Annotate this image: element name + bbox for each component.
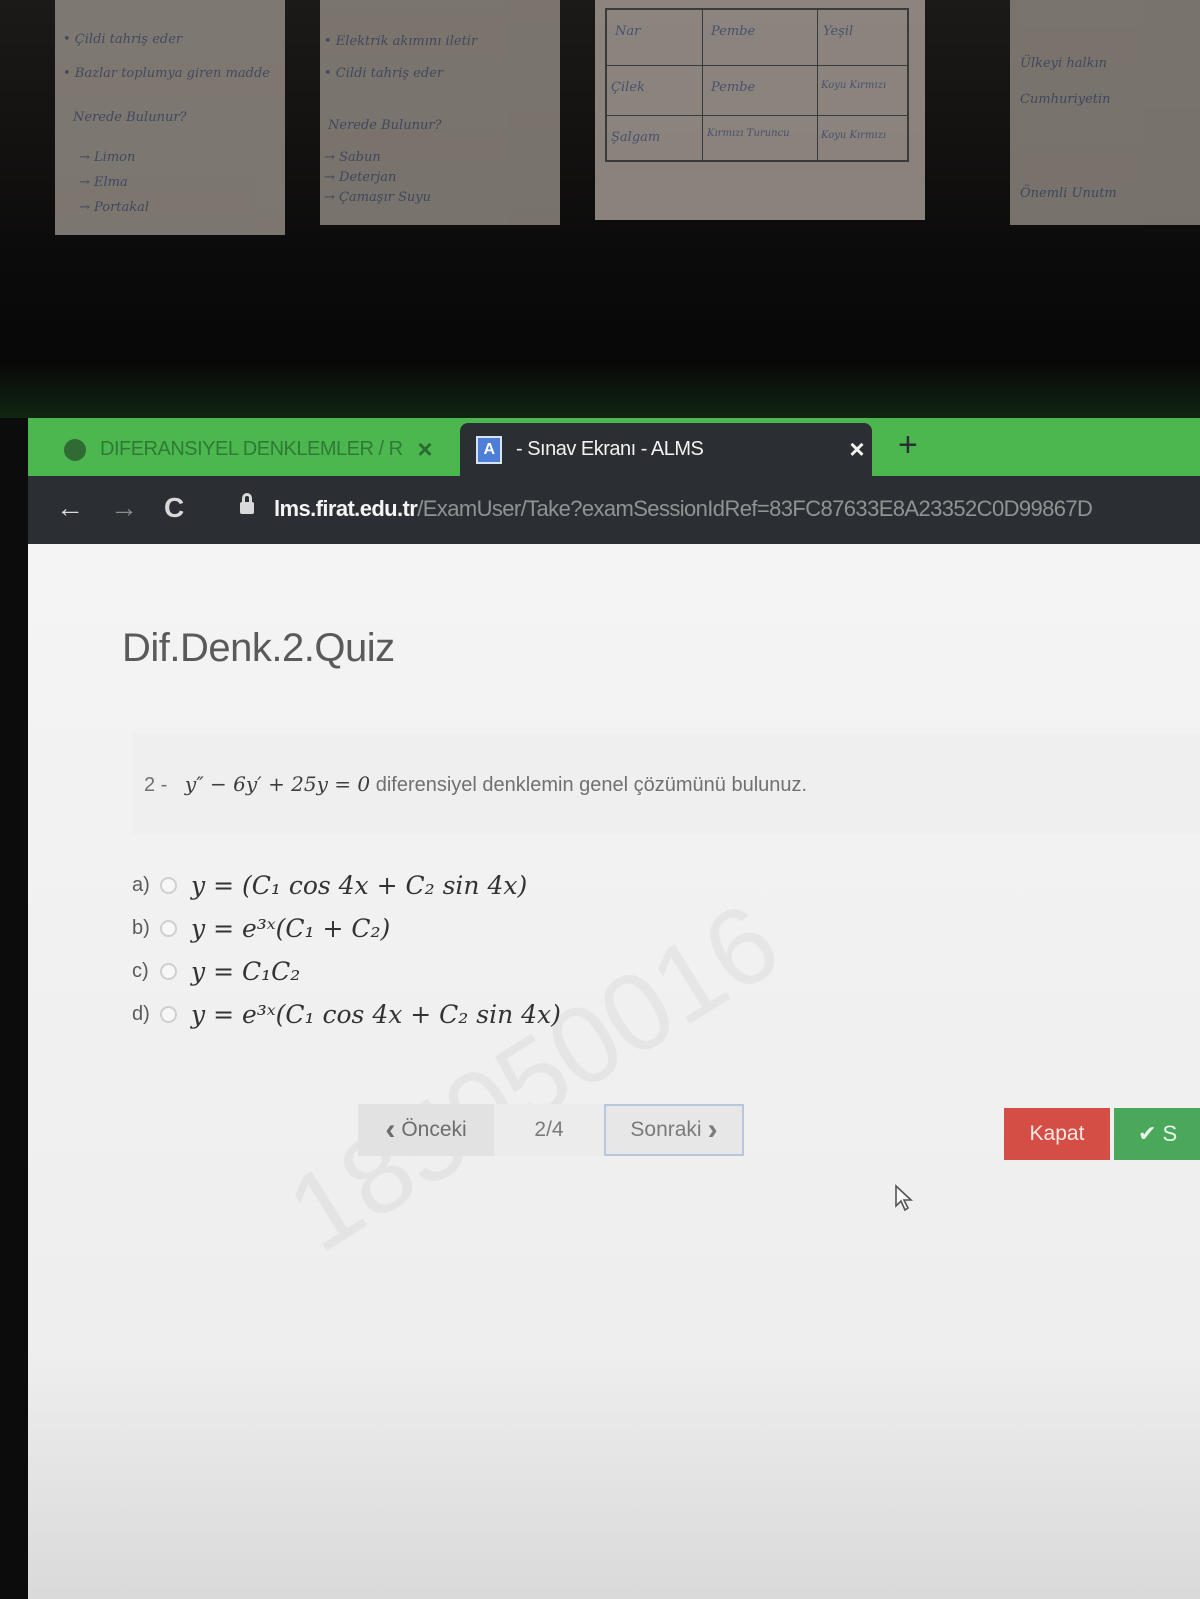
option-formula: y = e³ˣ(C₁ cos 4x + C₂ sin 4x) xyxy=(191,1000,561,1029)
poster-line: Önemli Unutm xyxy=(1020,186,1117,201)
question-equation: y″ − 6y′ + 25y = 0 xyxy=(184,772,371,796)
poster-line: Nerede Bulunur? xyxy=(328,118,442,133)
radio-button[interactable] xyxy=(160,920,177,937)
tab-label: DIFERANSIYEL DENKLEMLER / R xyxy=(100,438,403,460)
poster-line: → Limon xyxy=(79,150,136,165)
url-host: lms.firat.edu.tr xyxy=(274,496,418,521)
alms-favicon-icon: A xyxy=(476,435,502,464)
next-label: Sonraki xyxy=(630,1118,702,1141)
poster-line: Ülkeyi halkın xyxy=(1020,56,1108,71)
poster-left: • Çildi tahriş eder • Bazlar toplumya gi… xyxy=(55,0,285,235)
poster-line: • Bazlar toplumya giren madde xyxy=(63,66,270,81)
monitor-bezel xyxy=(0,418,28,1599)
option-formula: y = e³ˣ(C₁ + C₂) xyxy=(191,914,391,943)
poster-line: → Deterjan xyxy=(324,170,397,185)
option-label: a) xyxy=(132,874,150,896)
poster-line: → Sabun xyxy=(324,150,381,165)
option-a[interactable]: a) y = (C₁ cos 4x + C₂ sin 4x) xyxy=(132,864,561,907)
radio-button[interactable] xyxy=(160,1006,177,1023)
option-b[interactable]: b) y = e³ˣ(C₁ + C₂) xyxy=(132,907,561,950)
poster-line: • Çildi tahriş eder xyxy=(63,32,183,47)
option-label: c) xyxy=(132,960,149,982)
url-path: /ExamUser/Take?examSessionIdRef=83FC8763… xyxy=(417,496,1093,521)
reload-icon[interactable]: C xyxy=(164,492,184,524)
poster-line: Nerede Bulunur? xyxy=(73,110,187,125)
radio-button[interactable] xyxy=(160,877,177,894)
previous-button[interactable]: ‹ Önceki xyxy=(358,1104,494,1156)
chevron-right-icon: › xyxy=(707,1113,718,1146)
finish-exam-button[interactable]: ✔ S xyxy=(1114,1108,1200,1160)
poster-line: → Portakal xyxy=(79,200,150,215)
poster-middle: • Elektrik akımını iletir • Cildi tahriş… xyxy=(320,0,560,225)
option-formula: y = C₁C₂ xyxy=(191,957,301,986)
poster-line: • Cildi tahriş eder xyxy=(324,66,444,81)
exam-page: Dif.Denk.2.Quiz 2 - y″ − 6y′ + 25y = 0 d… xyxy=(28,544,1200,1599)
address-bar: ← → C lms.firat.edu.tr/ExamUser/Take?exa… xyxy=(28,476,1200,544)
next-button[interactable]: Sonraki › xyxy=(604,1104,744,1156)
forward-icon[interactable]: → xyxy=(110,492,138,524)
question-number: 2 - xyxy=(144,774,168,796)
option-label: d) xyxy=(132,1003,150,1025)
poster-right: Ülkeyi halkın Cumhuriyetin Önemli Unutm xyxy=(1010,0,1200,225)
screen-glow xyxy=(0,360,1200,425)
back-icon[interactable]: ← xyxy=(56,492,84,524)
tab-bar: DIFERANSIYEL DENKLEMLER / R × A - Sınav … xyxy=(28,418,1200,476)
question-text: 2 - y″ − 6y′ + 25y = 0 diferensiyel denk… xyxy=(144,772,807,797)
background-wall: • Çildi tahriş eder • Bazlar toplumya gi… xyxy=(0,0,1200,425)
tab-label: - Sınav Ekranı - ALMS xyxy=(516,438,704,460)
question-prompt: diferensiyel denklemin genel çözümünü bu… xyxy=(375,774,808,796)
close-tab-icon[interactable]: × xyxy=(849,434,864,465)
answer-options: a) y = (C₁ cos 4x + C₂ sin 4x) b) y = e³… xyxy=(132,864,561,1036)
poster-line: Cumhuriyetin xyxy=(1020,92,1111,107)
previous-label: Önceki xyxy=(401,1118,467,1141)
table-cell: Kırmızı Turuncu xyxy=(707,128,790,139)
poster-line: → Elma xyxy=(79,175,128,190)
radio-button[interactable] xyxy=(160,963,177,980)
poster-line: • Elektrik akımını iletir xyxy=(324,34,478,49)
option-d[interactable]: d) y = e³ˣ(C₁ cos 4x + C₂ sin 4x) xyxy=(132,993,561,1036)
tab-differential-equations[interactable]: DIFERANSIYEL DENKLEMLER / R × xyxy=(28,423,454,476)
table-cell: Koyu Kırmızı xyxy=(821,130,887,141)
option-formula: y = (C₁ cos 4x + C₂ sin 4x) xyxy=(191,871,528,900)
page-title: Dif.Denk.2.Quiz xyxy=(122,626,395,670)
option-c[interactable]: c) y = C₁C₂ xyxy=(132,950,561,993)
question-pager: ‹ Önceki 2/4 Sonraki › xyxy=(358,1104,744,1156)
close-tab-icon[interactable]: × xyxy=(417,434,432,465)
poster-line: → Çamaşır Suyu xyxy=(324,190,431,205)
url-field[interactable]: lms.firat.edu.tr/ExamUser/Take?examSessi… xyxy=(274,496,1093,522)
close-exam-button[interactable]: Kapat xyxy=(1004,1108,1110,1160)
option-label: b) xyxy=(132,917,150,939)
new-tab-button[interactable]: + xyxy=(898,426,918,465)
page-indicator: 2/4 xyxy=(494,1104,604,1156)
color-table: Nar Pembe Yeşil Çilek Pembe Koyu Kırmızı… xyxy=(605,8,909,162)
globe-icon xyxy=(64,438,86,461)
browser-window: DIFERANSIYEL DENKLEMLER / R × A - Sınav … xyxy=(28,418,1200,1599)
tab-exam-screen[interactable]: A - Sınav Ekranı - ALMS × xyxy=(460,423,872,476)
lock-icon[interactable] xyxy=(240,493,254,516)
table-cell: Şalgam xyxy=(611,130,661,145)
chevron-left-icon: ‹ xyxy=(385,1113,396,1146)
